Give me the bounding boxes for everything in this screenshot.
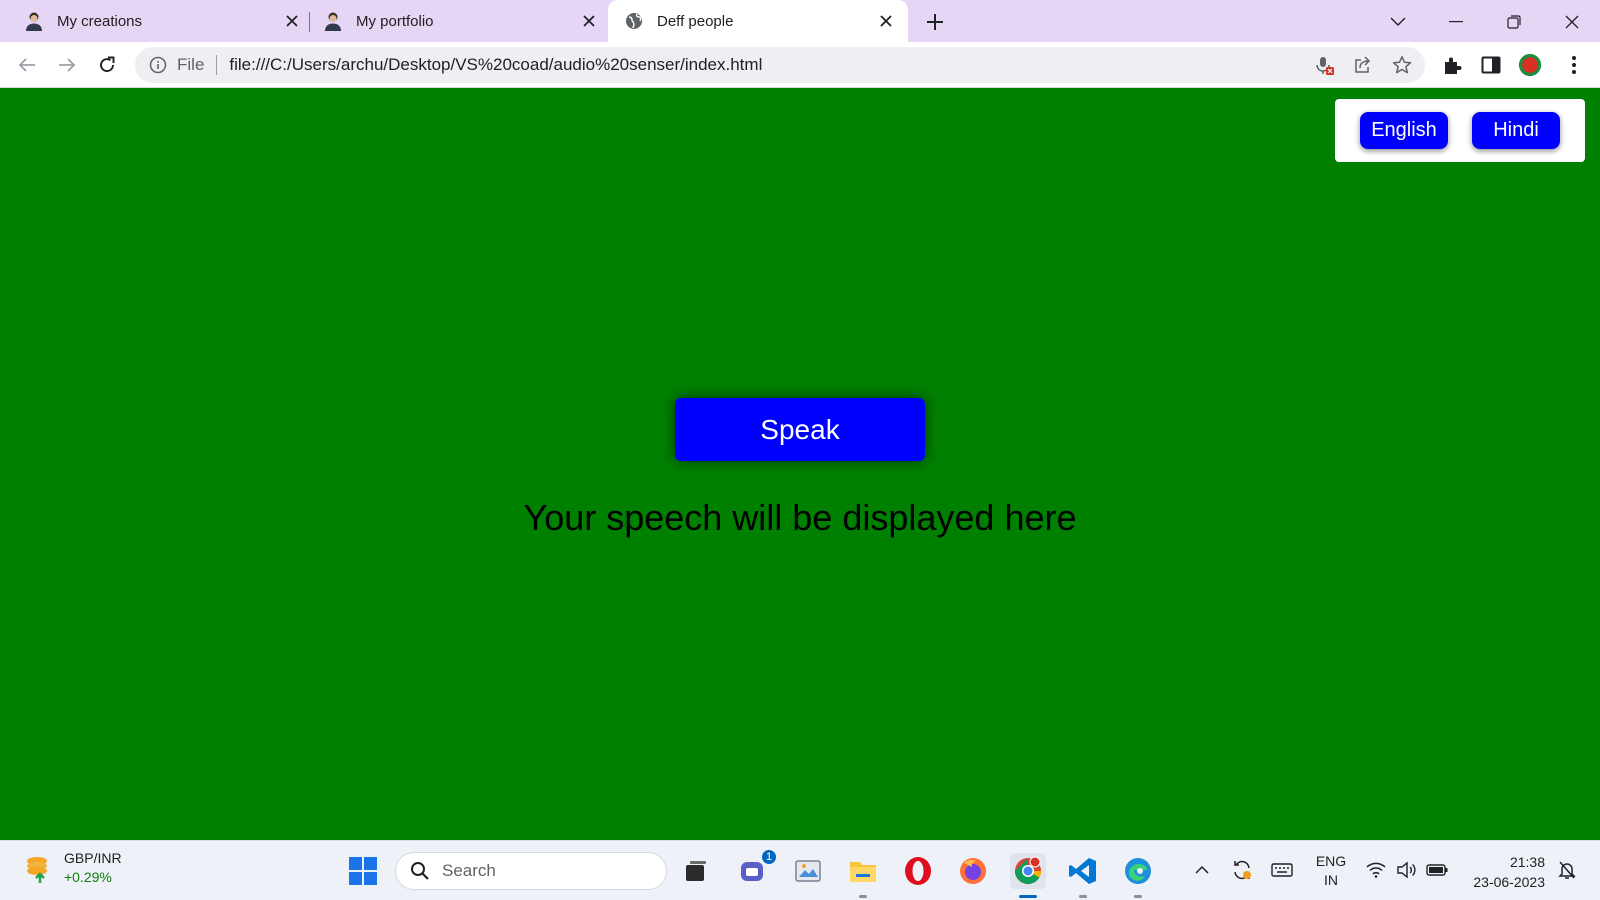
side-panel-icon[interactable] bbox=[1479, 53, 1503, 77]
speech-output-text: Your speech will be displayed here bbox=[523, 497, 1077, 538]
edge-button[interactable] bbox=[1120, 853, 1156, 898]
wifi-icon[interactable] bbox=[1364, 858, 1388, 882]
edge-icon bbox=[1125, 858, 1151, 884]
globe-icon bbox=[624, 11, 644, 31]
notification-badge: 1 bbox=[760, 848, 778, 866]
scheme-label: File bbox=[177, 55, 205, 74]
keyboard-icon[interactable] bbox=[1270, 858, 1294, 882]
clock-time: 21:38 bbox=[1509, 854, 1545, 870]
close-icon[interactable] bbox=[579, 11, 599, 31]
notifications-icon[interactable] bbox=[1555, 858, 1579, 882]
chat-app-button[interactable]: 1 bbox=[735, 848, 778, 889]
close-icon bbox=[1565, 15, 1579, 29]
language-panel: English Hindi bbox=[1335, 99, 1585, 162]
active-indicator bbox=[1019, 895, 1037, 898]
hindi-button[interactable]: Hindi bbox=[1472, 112, 1560, 149]
chrome-icon bbox=[1014, 856, 1042, 885]
search-icon bbox=[410, 861, 430, 881]
restore-button[interactable] bbox=[1500, 8, 1528, 36]
taskbar-search[interactable]: Search bbox=[395, 852, 667, 890]
tab-my-creations[interactable]: My creations bbox=[24, 0, 302, 42]
chevron-up-icon bbox=[1195, 865, 1209, 874]
tab-separator bbox=[309, 12, 310, 32]
task-view-button[interactable] bbox=[678, 853, 714, 889]
back-button[interactable] bbox=[15, 53, 39, 77]
firefox-button[interactable] bbox=[955, 853, 991, 889]
forward-button[interactable] bbox=[55, 53, 79, 77]
share-icon[interactable] bbox=[1352, 54, 1374, 76]
file-explorer-button[interactable] bbox=[845, 853, 881, 898]
star-icon[interactable] bbox=[1391, 54, 1413, 76]
currency-change: +0.29% bbox=[64, 869, 112, 885]
tab-search-button[interactable] bbox=[1384, 8, 1412, 36]
close-window-button[interactable] bbox=[1558, 8, 1586, 36]
address-bar[interactable]: File file:///C:/Users/archu/Desktop/VS%2… bbox=[135, 47, 1425, 83]
opera-button[interactable] bbox=[900, 853, 936, 889]
browser-toolbar: File file:///C:/Users/archu/Desktop/VS%2… bbox=[0, 42, 1600, 88]
menu-icon[interactable] bbox=[1562, 53, 1586, 77]
sync-icon[interactable] bbox=[1230, 858, 1254, 882]
close-icon[interactable] bbox=[282, 11, 302, 31]
avatar-icon bbox=[24, 11, 44, 31]
battery-icon[interactable] bbox=[1425, 858, 1449, 882]
mic-blocked-icon[interactable] bbox=[1313, 54, 1335, 76]
volume-icon[interactable] bbox=[1394, 858, 1418, 882]
restore-icon bbox=[1507, 15, 1521, 29]
system-clock[interactable]: 21:38 23-06-2023 bbox=[1463, 852, 1545, 892]
minimize-button[interactable] bbox=[1442, 8, 1470, 36]
running-indicator bbox=[1134, 895, 1142, 898]
profile-avatar-icon[interactable] bbox=[1518, 53, 1542, 77]
extensions-icon[interactable] bbox=[1440, 53, 1464, 77]
input-language-indicator[interactable]: ENG IN bbox=[1313, 852, 1349, 890]
avatar-icon bbox=[323, 11, 343, 31]
tab-deff-people[interactable]: Deff people bbox=[608, 0, 908, 42]
arrow-left-icon bbox=[18, 58, 35, 72]
show-hidden-icons-button[interactable] bbox=[1190, 858, 1214, 882]
info-icon[interactable] bbox=[149, 56, 167, 74]
region-code: IN bbox=[1324, 872, 1338, 888]
tab-strip: My creations My portfolio Deff people bbox=[0, 0, 1600, 42]
reload-icon bbox=[100, 56, 115, 72]
divider bbox=[216, 55, 218, 75]
arrow-right-icon bbox=[59, 58, 76, 72]
folder-icon bbox=[850, 862, 876, 882]
plus-icon bbox=[927, 14, 943, 30]
windows-logo-icon bbox=[349, 857, 377, 885]
close-icon[interactable] bbox=[876, 11, 896, 31]
new-tab-button[interactable] bbox=[924, 11, 946, 33]
tab-title: My creations bbox=[57, 12, 143, 30]
task-view-icon bbox=[686, 861, 706, 881]
tab-title: My portfolio bbox=[356, 12, 434, 30]
currency-widget[interactable]: GBP/INR +0.29% bbox=[22, 849, 122, 887]
language-code: ENG bbox=[1315, 853, 1347, 869]
speak-button[interactable]: Speak bbox=[675, 398, 925, 461]
running-indicator bbox=[859, 895, 867, 898]
photos-app-button[interactable] bbox=[790, 853, 826, 889]
chrome-button[interactable] bbox=[1010, 853, 1046, 898]
tab-my-portfolio[interactable]: My portfolio bbox=[323, 0, 599, 42]
opera-icon bbox=[905, 857, 931, 885]
minimize-icon bbox=[1449, 21, 1463, 23]
taskbar: GBP/INR +0.29% Search 1 ENG IN 21:38 23-… bbox=[0, 840, 1600, 900]
coins-icon bbox=[22, 851, 56, 885]
english-button[interactable]: English bbox=[1360, 112, 1448, 149]
tab-title: Deff people bbox=[657, 12, 734, 30]
currency-pair: GBP/INR bbox=[64, 850, 122, 866]
start-button[interactable] bbox=[345, 853, 381, 889]
reload-button[interactable] bbox=[95, 53, 119, 77]
url-text[interactable]: file:///C:/Users/archu/Desktop/VS%20coad… bbox=[229, 55, 1425, 75]
chevron-down-icon bbox=[1390, 17, 1406, 26]
running-indicator bbox=[1079, 895, 1087, 898]
firefox-icon bbox=[960, 858, 986, 884]
clock-date: 23-06-2023 bbox=[1473, 874, 1545, 890]
search-placeholder: Search bbox=[442, 861, 496, 880]
vscode-button[interactable] bbox=[1065, 853, 1101, 898]
photos-icon bbox=[795, 860, 821, 882]
vscode-icon bbox=[1069, 858, 1096, 884]
